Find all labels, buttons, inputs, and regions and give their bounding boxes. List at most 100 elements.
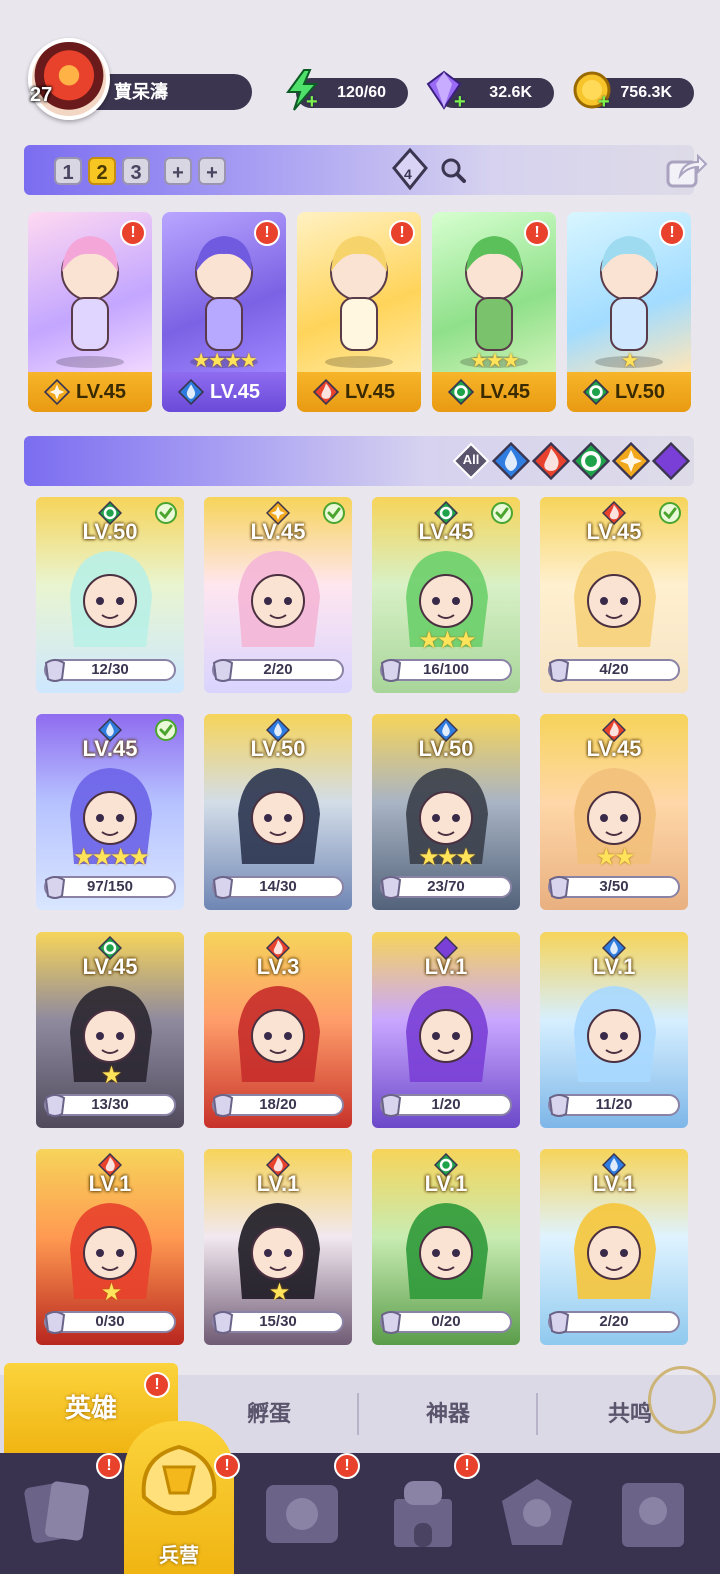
shard-icon xyxy=(544,1307,574,1337)
hero-card[interactable]: LV.1 1/20 xyxy=(372,932,520,1128)
hero-figure xyxy=(564,1199,664,1309)
nav-barracks-alert-badge: ! xyxy=(214,1453,240,1479)
filter-dark-button[interactable] xyxy=(651,441,691,481)
hero-card[interactable]: LV.50 14/30 xyxy=(204,714,352,910)
hero-card[interactable]: LV.3 18/20 xyxy=(204,932,352,1128)
hero-card[interactable]: LV.45 4/20 xyxy=(540,497,688,693)
hero-level: LV.45 xyxy=(586,736,642,761)
hero-card[interactable]: LV.45 ★★ 3/50 xyxy=(540,714,688,910)
star-rating: ★★★ xyxy=(418,627,477,654)
slot-alert-badge: ! xyxy=(120,220,146,246)
filter-water-button[interactable] xyxy=(491,441,531,481)
shard-icon xyxy=(376,655,406,685)
team-add-button-1[interactable]: + xyxy=(164,157,192,185)
hero-figure xyxy=(228,982,328,1092)
hero-card[interactable]: LV.45 ★★★ 16/100 xyxy=(372,497,520,693)
star-rating: ★★★★ xyxy=(72,844,150,871)
team-tab-1[interactable]: 1 xyxy=(54,157,82,185)
filter-all-label: All xyxy=(462,452,480,467)
hero-figure xyxy=(564,982,664,1092)
barracks-icon xyxy=(141,1444,217,1516)
nav-barracks[interactable]: 兵营 xyxy=(124,1421,234,1574)
share-icon[interactable] xyxy=(664,150,708,190)
guild-icon xyxy=(502,1479,572,1545)
shard-icon xyxy=(376,1307,406,1337)
team-tab-2[interactable]: 2 xyxy=(88,157,116,185)
hero-card[interactable]: LV.1 11/20 xyxy=(540,932,688,1128)
hero-card[interactable]: LV.50 ★★★ 23/70 xyxy=(372,714,520,910)
hero-level: LV.3 xyxy=(256,954,300,979)
hero-figure xyxy=(564,547,664,657)
hero-level: LV.45 xyxy=(82,736,138,761)
player-level: 27 xyxy=(30,84,53,106)
shard-icon xyxy=(40,1307,70,1337)
star-rating: ★ xyxy=(621,350,639,372)
hero-card[interactable]: LV.1 ★ 15/30 xyxy=(204,1149,352,1345)
star-rating: ★★★ xyxy=(418,844,477,871)
star-rating: ★ xyxy=(268,1279,291,1306)
tab-artifact[interactable]: 神器 xyxy=(360,1375,536,1453)
hero-card[interactable]: LV.1 2/20 xyxy=(540,1149,688,1345)
nav-barracks-label: 兵营 xyxy=(159,1545,199,1567)
hero-level: LV.50 xyxy=(418,736,474,761)
shard-icon xyxy=(40,1090,70,1120)
gem-add-button[interactable]: + xyxy=(454,92,470,112)
hero-card[interactable]: LV.45 ★ 13/30 xyxy=(36,932,184,1128)
gem-badge-count: 4 xyxy=(404,166,412,182)
star-rating: ★★★★ xyxy=(192,350,258,372)
filter-all-button[interactable]: All xyxy=(452,442,490,480)
shard-icon xyxy=(544,655,574,685)
bottom-nav: ! 兵营 ! ! ! xyxy=(0,1421,720,1574)
nav-castle[interactable] xyxy=(378,1471,478,1561)
nav-cards-alert-badge: ! xyxy=(96,1453,122,1479)
nav-book-alert-badge: ! xyxy=(334,1453,360,1479)
hero-card[interactable]: LV.45 2/20 xyxy=(204,497,352,693)
nav-book[interactable] xyxy=(258,1471,358,1561)
hero-level: LV.1 xyxy=(592,1171,636,1196)
hero-level: LV.1 xyxy=(88,1171,132,1196)
hero-level: LV.1 xyxy=(592,954,636,979)
filter-light-button[interactable] xyxy=(611,441,651,481)
star-rating: ★ xyxy=(100,1062,123,1089)
hero-card[interactable]: LV.1 0/20 xyxy=(372,1149,520,1345)
hero-card[interactable]: LV.1 ★ 0/30 xyxy=(36,1149,184,1345)
gold-add-button[interactable]: + xyxy=(598,92,614,112)
shard-icon xyxy=(208,655,238,685)
filter-fire-button[interactable] xyxy=(531,441,571,481)
filter-wind-button[interactable] xyxy=(571,441,611,481)
shard-icon xyxy=(376,1090,406,1120)
slot-alert-badge: ! xyxy=(659,220,685,246)
hero-level: LV.1 xyxy=(424,1171,468,1196)
hero-figure xyxy=(228,547,328,657)
team-tab-3[interactable]: 3 xyxy=(122,157,150,185)
floating-ring-button[interactable] xyxy=(648,1366,716,1434)
hero-level: LV.45 xyxy=(586,519,642,544)
hero-level: LV.50 xyxy=(82,519,138,544)
hero-card[interactable]: LV.45 ★★★★ 97/150 xyxy=(36,714,184,910)
team-selector-bar: 1 2 3 + + 4 xyxy=(24,145,708,195)
shard-icon xyxy=(208,872,238,902)
team-add-button-2[interactable]: + xyxy=(198,157,226,185)
wind-element-icon xyxy=(447,378,475,406)
wind-element-icon xyxy=(582,378,610,406)
hero-level: LV.1 xyxy=(256,1171,300,1196)
sub-tab-bar: 英雄 ! 孵蛋 神器 共鸣 xyxy=(0,1363,720,1453)
shard-icon xyxy=(40,655,70,685)
hero-level: LV.50 xyxy=(250,736,306,761)
search-icon[interactable] xyxy=(440,157,466,183)
shard-icon xyxy=(376,872,406,902)
cards-icon xyxy=(24,1481,89,1543)
nav-cards[interactable] xyxy=(18,1471,118,1561)
hero-card[interactable]: LV.50 12/30 xyxy=(36,497,184,693)
shard-icon xyxy=(544,872,574,902)
hero-figure xyxy=(396,1199,496,1309)
top-status-bar: 蕒呆濤 27 120/60 + 32.6K + 756.3K + xyxy=(0,0,720,130)
energy-add-button[interactable]: + xyxy=(306,92,322,112)
nav-banner[interactable] xyxy=(608,1471,708,1561)
hero-figure xyxy=(396,982,496,1092)
water-element-icon xyxy=(177,378,205,406)
shard-icon xyxy=(208,1307,238,1337)
team-gem-badge[interactable]: 4 xyxy=(390,147,430,191)
nav-guild[interactable] xyxy=(492,1471,592,1561)
slot-alert-badge: ! xyxy=(254,220,280,246)
